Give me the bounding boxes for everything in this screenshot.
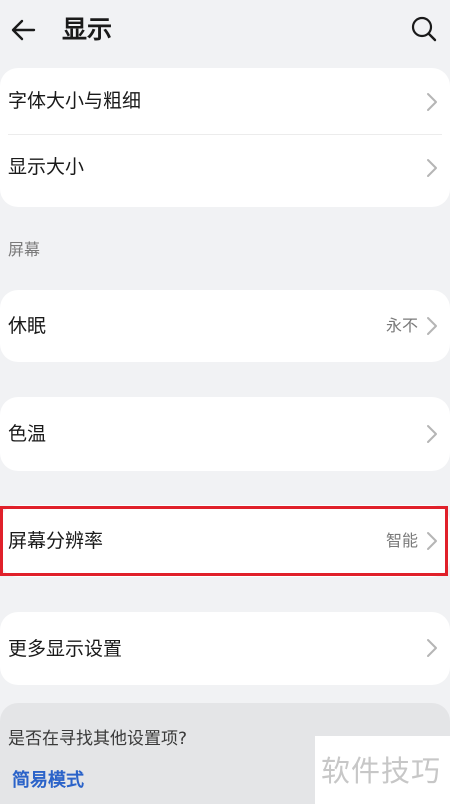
sleep-row[interactable]: 休眠 永不 <box>0 290 450 362</box>
sleep-card: 休眠 永不 <box>0 290 450 362</box>
color-temp-label: 色温 <box>8 423 47 445</box>
color-temp-card: 色温 <box>0 397 450 471</box>
more-display-row[interactable]: 更多显示设置 <box>0 612 450 685</box>
sleep-label: 休眠 <box>8 315 47 337</box>
highlight-box <box>0 506 448 576</box>
chevron-right-icon <box>427 639 437 657</box>
search-icon[interactable] <box>410 15 438 43</box>
simple-mode-link[interactable]: 简易模式 <box>12 769 84 793</box>
screen-section-title: 屏幕 <box>8 240 41 259</box>
chevron-right-icon <box>427 159 437 177</box>
display-size-row[interactable]: 显示大小 <box>0 134 450 200</box>
more-display-card: 更多显示设置 <box>0 612 450 685</box>
chevron-right-icon <box>427 93 437 111</box>
chevron-right-icon <box>427 317 437 335</box>
sleep-value: 永不 <box>385 316 418 335</box>
watermark: 软件技巧 <box>315 736 450 804</box>
back-arrow-icon[interactable] <box>10 16 38 44</box>
chevron-right-icon <box>427 425 437 443</box>
text-settings-card: 字体大小与粗细 显示大小 <box>0 68 450 207</box>
page-title: 显示 <box>62 15 113 44</box>
font-size-label: 字体大小与粗细 <box>8 90 142 112</box>
color-temp-row[interactable]: 色温 <box>0 397 450 471</box>
header: 显示 <box>0 0 450 62</box>
suggestion-prompt: 是否在寻找其他设置项? <box>8 729 188 749</box>
row-divider <box>8 134 442 135</box>
more-display-label: 更多显示设置 <box>8 638 123 660</box>
watermark-text: 软件技巧 <box>321 754 442 788</box>
font-size-row[interactable]: 字体大小与粗细 <box>0 68 450 134</box>
display-size-label: 显示大小 <box>8 156 85 178</box>
